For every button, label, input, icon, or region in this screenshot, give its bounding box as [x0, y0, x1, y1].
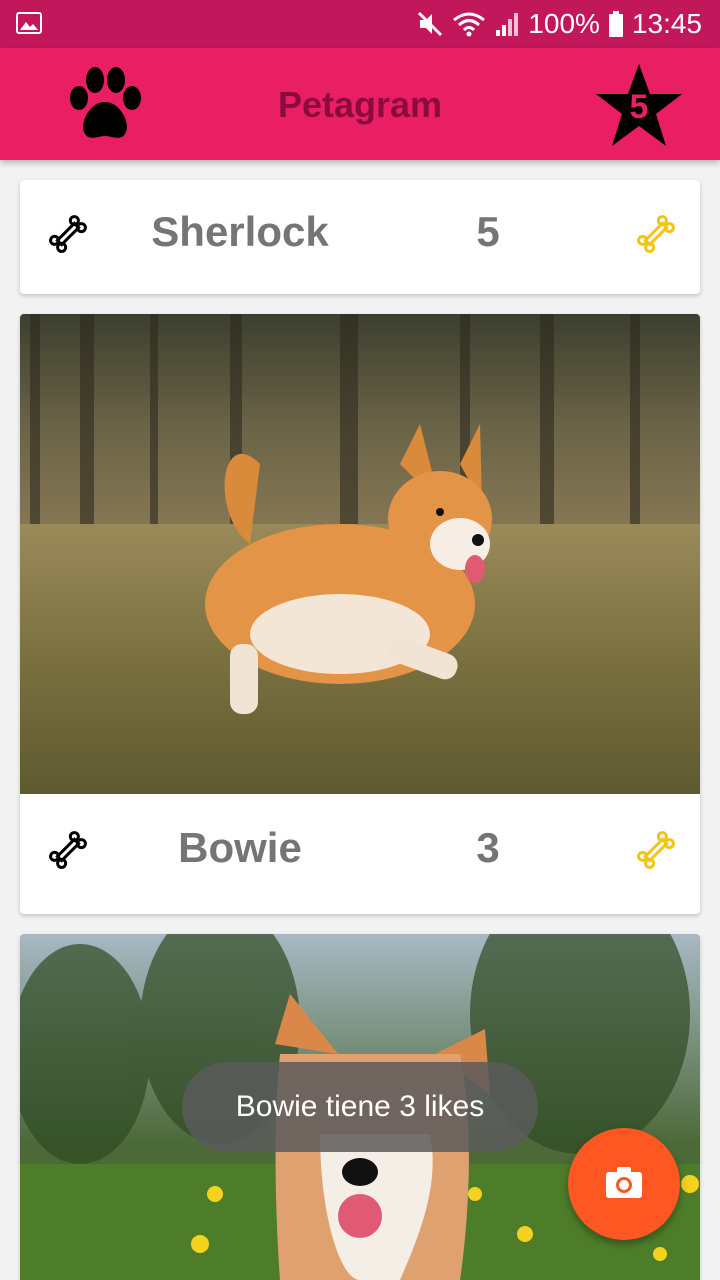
- pet-name: Sherlock: [151, 208, 329, 255]
- like-bone-icon[interactable]: [636, 214, 676, 254]
- pet-like-count: 5: [476, 208, 500, 255]
- like-bone-icon[interactable]: [636, 830, 676, 870]
- camera-fab-button[interactable]: [568, 1128, 680, 1240]
- wifi-icon: [453, 12, 486, 37]
- pet-card: Bowie 3: [20, 314, 700, 914]
- pet-card: Sherlock 5: [20, 180, 700, 294]
- toast-message: Bowie tiene 3 likes: [182, 1062, 538, 1152]
- camera-icon: [606, 1167, 642, 1198]
- pet-card-footer: Bowie 3: [20, 794, 700, 910]
- clock: 13:45: [631, 8, 702, 39]
- pet-card-footer: Sherlock 5: [20, 180, 700, 294]
- app-bar: Petagram 5: [0, 48, 720, 160]
- signal-icon: [496, 13, 519, 36]
- favorites-count[interactable]: 5: [594, 88, 684, 127]
- pet-like-count: 3: [476, 824, 500, 871]
- pet-photo[interactable]: [20, 314, 700, 794]
- status-bar: 100% 13:45: [0, 0, 720, 48]
- battery-icon: [608, 11, 623, 37]
- pet-name: Bowie: [178, 824, 302, 871]
- battery-percent: 100%: [528, 8, 600, 39]
- gallery-icon: [16, 12, 42, 34]
- mute-icon: [418, 11, 443, 37]
